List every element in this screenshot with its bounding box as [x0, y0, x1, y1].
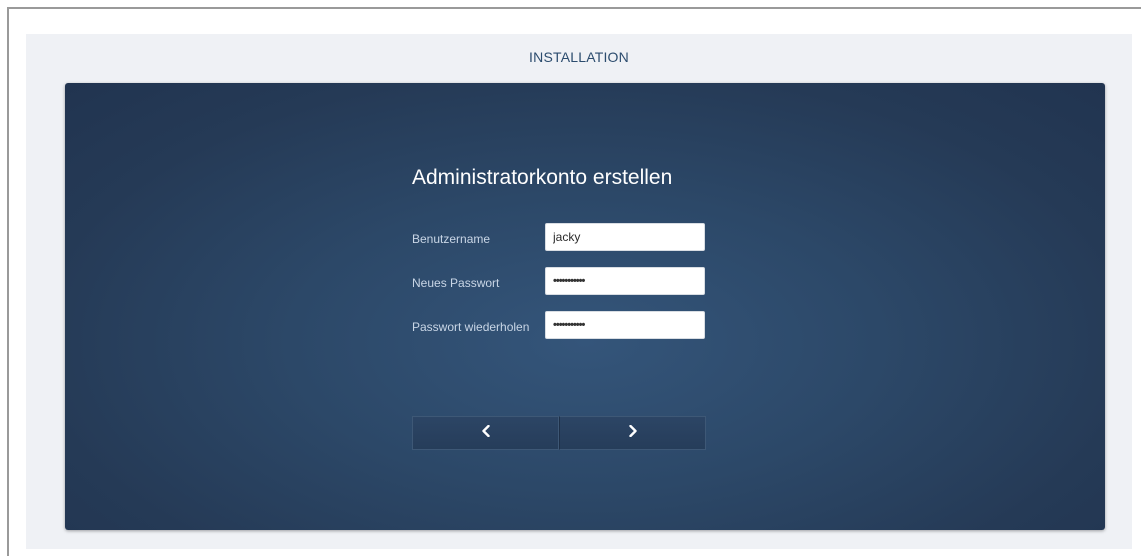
- form-title: Administratorkonto erstellen: [412, 166, 673, 189]
- installation-panel: INSTALLATION Administratorkonto erstelle…: [26, 34, 1132, 549]
- repeat-password-input[interactable]: •••••••••••: [545, 311, 705, 339]
- setup-card: Administratorkonto erstellen Benutzernam…: [65, 83, 1105, 530]
- wizard-navigation: [412, 416, 706, 450]
- username-input[interactable]: [545, 223, 705, 251]
- chevron-left-icon: [481, 424, 491, 442]
- chevron-right-icon: [628, 424, 638, 442]
- back-button[interactable]: [412, 416, 559, 450]
- username-label: Benutzername: [412, 232, 491, 246]
- window-frame: INSTALLATION Administratorkonto erstelle…: [7, 7, 1141, 556]
- next-button[interactable]: [559, 416, 706, 450]
- repeat-password-label: Passwort wiederholen: [412, 320, 530, 334]
- new-password-input[interactable]: •••••••••••: [545, 267, 705, 295]
- page-title: INSTALLATION: [529, 49, 629, 65]
- new-password-label: Neues Passwort: [412, 276, 500, 290]
